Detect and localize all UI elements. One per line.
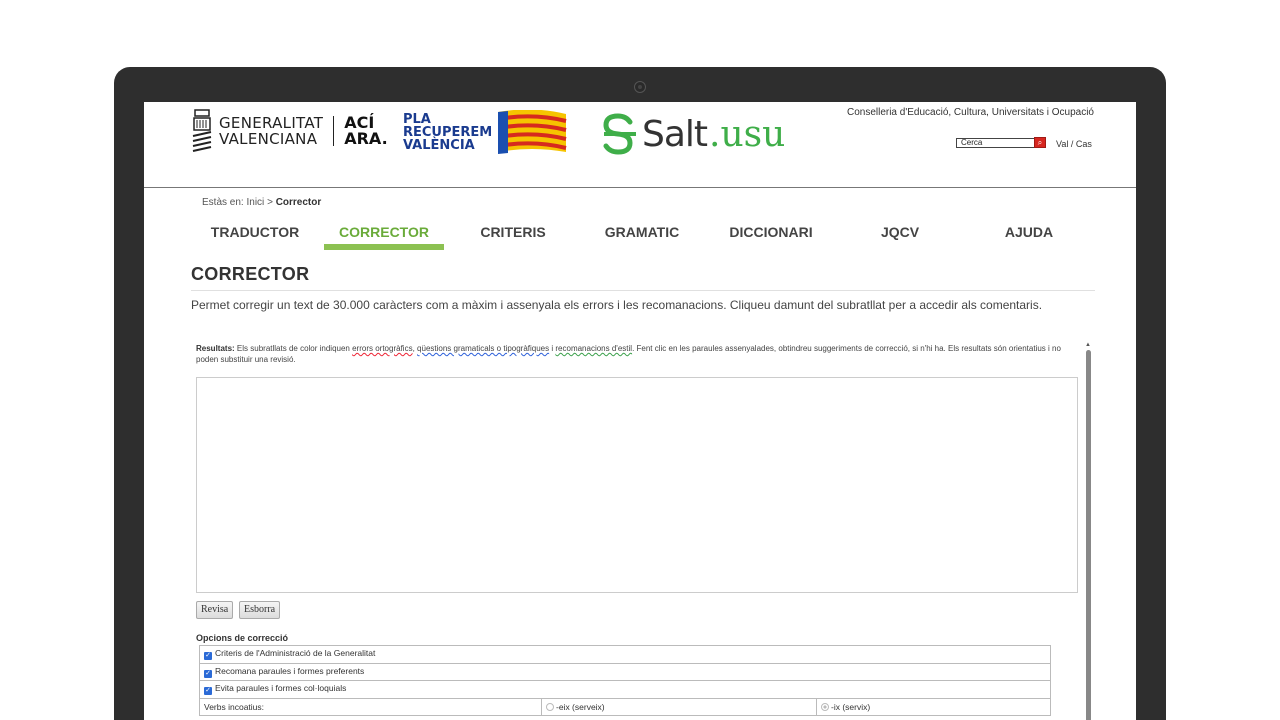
verbs-option-ix[interactable]: -ix (servix) xyxy=(816,697,1051,716)
nav-traductor[interactable]: TRADUCTOR xyxy=(195,222,315,250)
generalitat-logo[interactable]: GENERALITAT VALENCIANA ACÍ ARA. xyxy=(191,108,388,154)
search-button[interactable]: ⌕ xyxy=(1034,137,1046,148)
verbs-ix-label: -ix (servix) xyxy=(831,701,871,712)
option-cell: ✓ Evita paraules i formes col·loquials xyxy=(199,680,1051,699)
verbs-option-eix[interactable]: -eix (serveix) xyxy=(541,697,817,716)
legend-and: i xyxy=(551,344,554,353)
nav-jqcv[interactable]: JQCV xyxy=(840,222,960,250)
language-switch[interactable]: Val / Cas xyxy=(1056,139,1092,149)
conselleria-link[interactable]: Conselleria d'Educació, Cultura, Univers… xyxy=(847,107,1094,118)
breadcrumb-home[interactable]: Inici xyxy=(246,197,264,208)
options-table: ✓ Criteris de l'Administració de la Gener… xyxy=(199,645,1051,716)
pla-line-2: RECUPEREM xyxy=(403,124,493,140)
nav-diccionari[interactable]: DICCIONARI xyxy=(711,222,831,250)
checkbox-checked[interactable]: ✓ xyxy=(204,687,212,696)
header-divider xyxy=(144,187,1136,188)
aci-line-2: ARA. xyxy=(344,129,388,148)
logo-divider xyxy=(333,116,335,146)
nav-gramatic[interactable]: GRAMATIC xyxy=(582,222,702,250)
options-title: Opcions de correcció xyxy=(196,633,289,643)
option-label: Recomana paraules i formes preferents xyxy=(215,665,365,676)
radio-selected[interactable] xyxy=(821,702,829,711)
breadcrumb-current: Corrector xyxy=(275,197,322,208)
generalitat-emblem-icon xyxy=(192,109,212,152)
scroll-up-icon[interactable]: ▲ xyxy=(1085,342,1091,348)
nav-corrector[interactable]: CORRECTOR xyxy=(324,222,444,250)
generalitat-line-2: VALENCIANA xyxy=(219,130,318,148)
option-row-verbs: Verbs incoatius: -eix (serveix) -ix (ser… xyxy=(199,697,1051,716)
pla-recuperem-text: PLA RECUPEREM VALÈNCIA xyxy=(403,113,492,152)
generalitat-line-1: GENERALITAT xyxy=(219,114,324,132)
salt-wordmark: Salt xyxy=(642,113,708,155)
page-description: Permet corregir un text de 30.000 caràct… xyxy=(191,298,1043,312)
generalitat-text: GENERALITAT VALENCIANA xyxy=(219,115,323,147)
salt-usu-suffix: .usu xyxy=(709,113,786,155)
verbs-eix-label: -eix (serveix) xyxy=(556,701,605,712)
option-label: Criteris de l'Administració de la Genera… xyxy=(215,648,376,659)
results-intro: Els subratllats de color indiquen xyxy=(236,344,350,353)
pla-line-3: VALÈNCIA xyxy=(403,137,475,153)
scroll-thumb[interactable] xyxy=(1086,350,1091,720)
option-row: ✓ Criteris de l'Administració de la Gener… xyxy=(199,645,1051,664)
nav-ajuda[interactable]: AJUDA xyxy=(969,222,1089,250)
salt-usu-logo[interactable]: Salt .usu xyxy=(600,112,785,156)
legend-errors: errors ortogràfics xyxy=(352,344,413,353)
checkbox-checked[interactable]: ✓ xyxy=(204,669,212,678)
breadcrumb-sep: > xyxy=(267,197,273,208)
option-row: ✓ Recomana paraules i formes preferents xyxy=(199,662,1051,681)
esborra-button[interactable]: Esborra xyxy=(239,601,281,619)
nav-criteris[interactable]: CRITERIS xyxy=(453,222,573,250)
pla-line-1: PLA xyxy=(403,111,431,127)
option-row: ✓ Evita paraules i formes col·loquials xyxy=(199,680,1051,699)
camera-icon xyxy=(634,81,646,93)
results-legend: Resultats: Els subratllats de color indi… xyxy=(196,343,1064,365)
breadcrumb: Estàs en: Inici > Corrector xyxy=(202,197,321,208)
title-divider xyxy=(191,290,1095,291)
aci-ara-logo: ACÍ ARA. xyxy=(344,115,387,147)
option-cell: ✓ Criteris de l'Administració de la Gener… xyxy=(199,645,1051,664)
option-label: Evita paraules i formes col·loquials xyxy=(215,683,347,694)
browser-screen: GENERALITAT VALENCIANA ACÍ ARA. PLA RECU… xyxy=(144,102,1136,720)
text-input-area[interactable] xyxy=(196,377,1078,593)
breadcrumb-prefix: Estàs en: xyxy=(202,197,244,208)
legend-grammar: qüestions gramaticals o tipogràfiques xyxy=(417,344,550,353)
option-cell: ✓ Recomana paraules i formes preferents xyxy=(199,662,1051,681)
senyera-flag-icon xyxy=(498,110,567,154)
salt-s-icon xyxy=(603,113,636,155)
radio-unselected[interactable] xyxy=(546,702,554,711)
scrollbar[interactable]: ▲ xyxy=(1085,342,1091,720)
checkbox-checked[interactable]: ✓ xyxy=(204,652,212,661)
pla-recuperem-logo[interactable]: PLA RECUPEREM VALÈNCIA xyxy=(403,110,568,154)
legend-style: recomanacions d'estil xyxy=(555,344,633,353)
results-label: Resultats: xyxy=(196,344,235,353)
search-icon: ⌕ xyxy=(1037,138,1043,147)
page-title: CORRECTOR xyxy=(191,264,310,284)
search-input[interactable]: Cerca xyxy=(956,138,1042,148)
legend-comma: , xyxy=(412,344,415,353)
revisa-button[interactable]: Revisa xyxy=(196,601,234,619)
verbs-label: Verbs incoatius: xyxy=(199,697,542,716)
main-nav: TRADUCTOR CORRECTOR CRITERIS GRAMATIC DI… xyxy=(191,222,1136,252)
